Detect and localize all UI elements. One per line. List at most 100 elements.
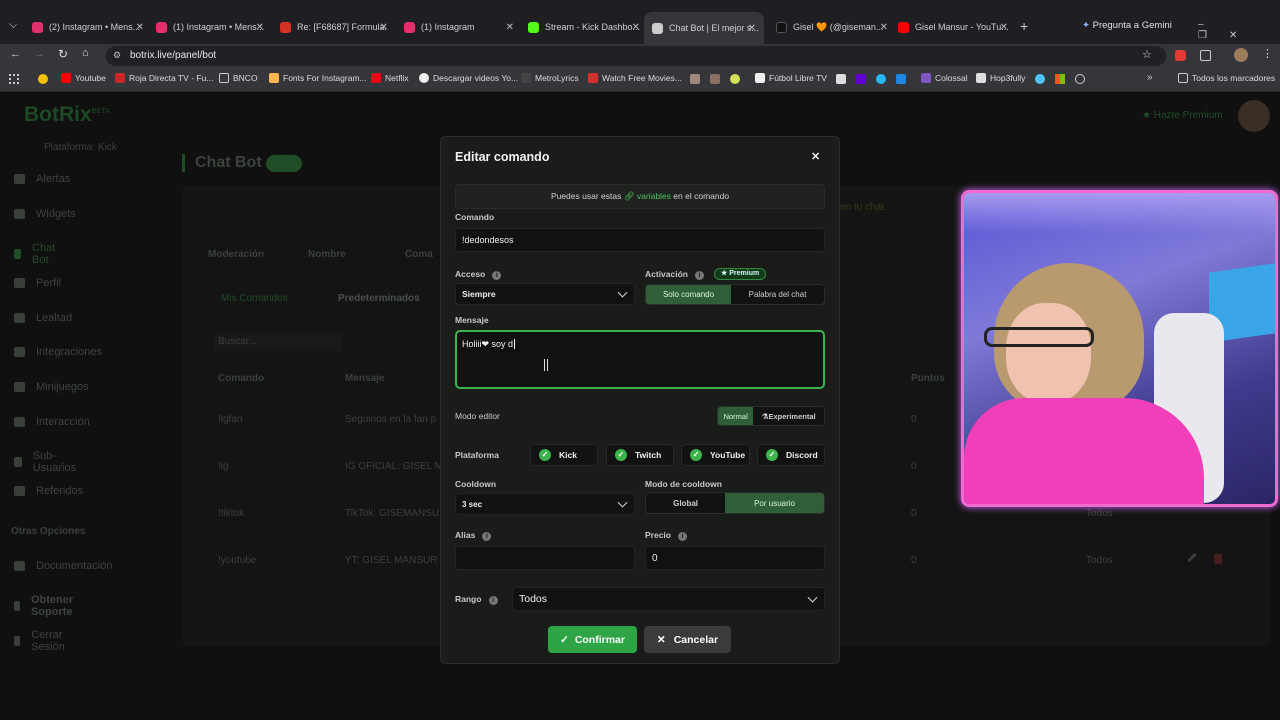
close-icon[interactable]: ✕ [880, 22, 888, 33]
browser-tab[interactable]: (1) Instagram • Mens... ✕ [156, 17, 264, 37]
close-icon[interactable]: ✕ [380, 22, 388, 33]
subtab-predeterminados[interactable]: Predeterminados [338, 293, 420, 304]
extension-icon[interactable] [1175, 50, 1186, 61]
tab-comandos[interactable]: Coma [405, 249, 433, 260]
sidebar-item-soporte[interactable]: Obtener Soporte [14, 594, 78, 618]
sidebar-item-referidos[interactable]: Referidos [14, 485, 83, 497]
option-palabra-del-chat[interactable]: Palabra del chat [731, 285, 824, 304]
chatbot-toggle[interactable] [266, 155, 302, 172]
premium-link[interactable]: ★ Hazte Premium [1142, 110, 1223, 121]
option-normal[interactable]: Normal [718, 407, 754, 425]
bookmark-icons-row[interactable] [690, 74, 740, 84]
browser-tab[interactable]: (1) Instagram ✕ [404, 17, 514, 37]
bookmark-roja-directa[interactable]: Roja Directa TV - Fu... [115, 73, 213, 83]
subtab-mis-comandos[interactable]: Mis Comandos [221, 293, 288, 304]
variables-link[interactable]: 🔗︎ variables [624, 191, 671, 201]
minimize-icon[interactable]: – [1198, 19, 1226, 30]
bookmark-icon[interactable] [690, 74, 700, 84]
bookmark-hop3fully[interactable]: Hop3fully [976, 73, 1025, 83]
sidebar-item-chatbot[interactable]: Chat Bot [14, 242, 59, 266]
sidebar-item-perfil[interactable]: Perfil [14, 277, 61, 289]
platform-youtube[interactable]: ✓ YouTube [681, 444, 750, 466]
home-icon[interactable]: ⌂ [82, 47, 89, 59]
option-global[interactable]: Global [646, 493, 725, 513]
bookmark-descargar[interactable]: Descargar videos Yo... [419, 73, 518, 83]
sidebar-item-minijuegos[interactable]: Minijuegos [14, 381, 89, 393]
close-icon[interactable]: ✕ [632, 22, 640, 33]
bookmark-icon[interactable] [1035, 74, 1045, 84]
url-input[interactable]: botrix.live/panel/bot [106, 46, 1166, 66]
bookmark-icon[interactable] [730, 74, 740, 84]
new-tab-button[interactable]: + [1020, 18, 1028, 34]
browser-tab[interactable]: Gisel Mansur - YouTu... ✕ [898, 17, 1008, 37]
apps-icon[interactable] [9, 74, 19, 84]
platform-kick[interactable]: ✓ Kick [530, 444, 598, 466]
more-bookmarks-icon[interactable]: » [1147, 72, 1153, 83]
tab-nombre[interactable]: Nombre [308, 249, 346, 260]
bookmark-netflix[interactable]: Netflix [371, 73, 409, 83]
rango-select[interactable]: Todos [512, 587, 825, 611]
bookmark-metrolyrics[interactable]: MetroLyrics [521, 73, 579, 83]
mensaje-textarea[interactable]: Holiii❤ soy d [455, 330, 825, 389]
bookmark-fonts[interactable]: Fonts For Instagram... [269, 73, 367, 83]
tab-search-button[interactable] [9, 20, 17, 28]
bookmark-icon[interactable] [710, 74, 720, 84]
info-icon[interactable]: i [695, 271, 705, 280]
all-bookmarks[interactable]: Todos los marcadores [1178, 73, 1275, 83]
info-icon[interactable]: i [678, 532, 688, 541]
close-icon[interactable]: ✕ [506, 22, 514, 33]
close-icon[interactable]: ✕ [748, 23, 756, 34]
option-solo-comando[interactable]: Solo comando [646, 285, 732, 304]
delete-icon[interactable] [1214, 554, 1222, 564]
close-window-icon[interactable]: ✕ [1229, 30, 1259, 41]
cooldown-select[interactable]: 3 sec [455, 493, 635, 515]
info-icon[interactable]: i [492, 271, 502, 280]
alias-input[interactable] [455, 546, 635, 570]
cancel-button[interactable]: ✕ Cancelar [644, 626, 731, 653]
bookmark-icon[interactable] [876, 74, 886, 84]
puzzle-icon[interactable] [1200, 50, 1211, 61]
browser-tab[interactable]: Re: [F68687] Formula... ✕ [280, 17, 388, 37]
reload-icon[interactable]: ↻ [58, 47, 68, 61]
star-icon[interactable]: ☆ [1142, 48, 1152, 61]
info-icon[interactable]: i [482, 532, 492, 541]
info-icon[interactable]: i [488, 596, 498, 605]
close-icon[interactable]: ✕ [811, 150, 820, 163]
user-avatar[interactable] [1238, 100, 1270, 132]
bookmark-icon[interactable] [836, 74, 846, 84]
close-icon[interactable]: ✕ [136, 22, 144, 33]
site-info-icon[interactable]: ⚙ [113, 50, 121, 61]
emoji-bookmark-icon[interactable] [38, 74, 48, 84]
close-icon[interactable]: ✕ [256, 22, 264, 33]
platform-discord[interactable]: ✓ Discord [757, 444, 825, 466]
confirm-button[interactable]: ✓ Confirmar [548, 626, 637, 653]
bookmark-icon[interactable] [896, 74, 906, 84]
browser-tab[interactable]: Stream - Kick Dashbo... ✕ [528, 17, 640, 37]
bookmark-colossal[interactable]: Colossal [921, 73, 968, 83]
globe-icon[interactable] [1075, 74, 1085, 84]
sidebar-item-subusuarios[interactable]: Sub-Usuarios [14, 450, 79, 474]
tab-moderacion[interactable]: Moderación [208, 249, 264, 260]
browser-tab[interactable]: (2) Instagram • Mens... ✕ [32, 17, 144, 37]
bookmark-icons-row-3[interactable] [1035, 74, 1085, 84]
bookmark-watch-movies[interactable]: Watch Free Movies... [588, 73, 682, 83]
menu-icon[interactable]: ⋮ [1262, 47, 1273, 60]
bookmark-futbol-libre[interactable]: Fútbol Libre TV [755, 73, 827, 83]
precio-input[interactable]: 0 [645, 546, 825, 570]
sidebar-item-integraciones[interactable]: Integraciones [14, 346, 102, 358]
yahoo-icon[interactable] [856, 74, 866, 84]
comando-input[interactable]: !dedondesos [455, 228, 825, 252]
option-experimental[interactable]: ⚗︎ Experimental [753, 407, 824, 425]
option-por-usuario[interactable]: Por usuario [725, 493, 824, 513]
maximize-icon[interactable]: ❐ [1198, 30, 1229, 41]
back-icon[interactable]: ← [10, 48, 21, 60]
bookmark-bnco[interactable]: BNCO [219, 73, 258, 83]
acceso-select[interactable]: Siempre [455, 283, 635, 305]
bookmark-youtube[interactable]: Youtube [61, 73, 106, 83]
sidebar-item-alertas[interactable]: Alertas [14, 173, 70, 185]
sidebar-item-lealtad[interactable]: Lealtad [14, 312, 72, 324]
microsoft-icon[interactable] [1055, 74, 1065, 84]
gemini-button[interactable]: ✦ Pregunta a Gemini [1082, 20, 1172, 31]
profile-avatar[interactable] [1234, 48, 1248, 62]
sidebar-item-documentacion[interactable]: Documentación [14, 560, 112, 572]
